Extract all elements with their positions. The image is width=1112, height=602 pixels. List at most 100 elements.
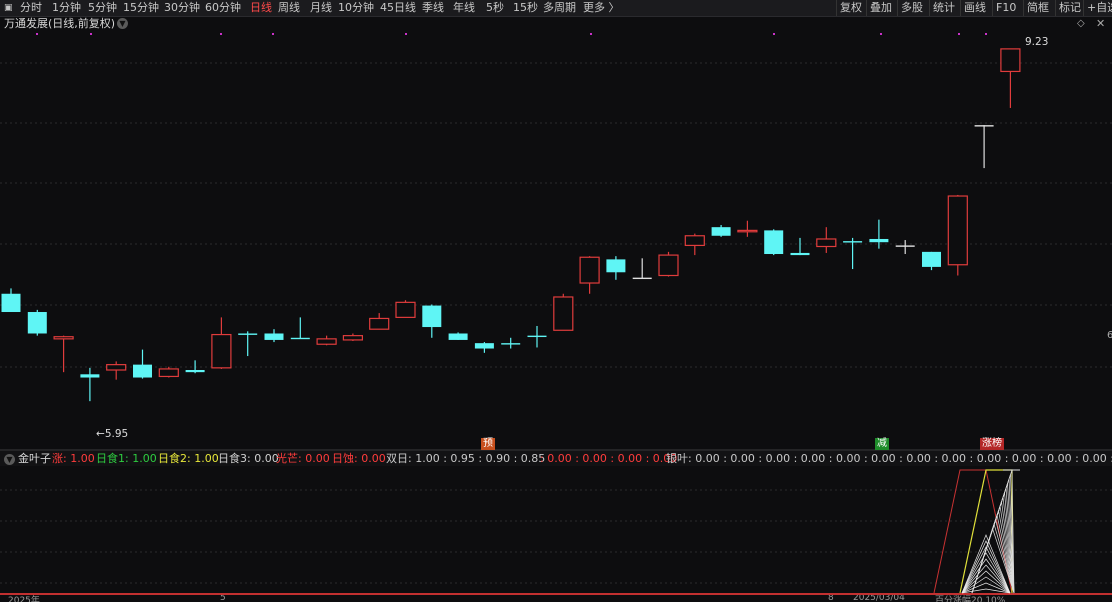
candle-body	[790, 252, 810, 256]
candle[interactable]	[395, 300, 416, 318]
candle[interactable]	[448, 332, 468, 340]
candle[interactable]	[158, 366, 179, 378]
toolbar-button-1[interactable]: 叠加	[870, 1, 892, 15]
candle[interactable]	[238, 331, 258, 357]
candle[interactable]	[895, 240, 915, 255]
chart-canvas[interactable]	[0, 0, 1112, 602]
candle[interactable]	[737, 220, 758, 237]
candle[interactable]	[369, 313, 390, 330]
indicator-value-6: 双日: 1.00 : 0.95 : 0.90 : 0.85	[386, 452, 546, 465]
event-marker	[590, 33, 592, 35]
event-marker	[90, 33, 92, 35]
indicator-inner-fan	[961, 588, 1011, 594]
candle[interactable]	[316, 335, 337, 346]
candle[interactable]	[342, 333, 363, 342]
toolbar-separator	[897, 0, 898, 16]
tab-period-1[interactable]: 1分钟	[52, 1, 81, 15]
indicator-lines	[933, 469, 1020, 594]
indicator-grid	[0, 489, 1112, 584]
candle[interactable]	[974, 125, 994, 169]
collapse-icon[interactable]: ▣	[4, 1, 13, 15]
candle[interactable]	[764, 229, 784, 256]
candle[interactable]	[922, 251, 941, 271]
candle-body	[211, 333, 232, 369]
toolbar-button-2[interactable]: 多股	[901, 1, 923, 15]
toolbar-button-3[interactable]: 统计	[933, 1, 955, 15]
toolbar-button-0[interactable]: 复权	[840, 1, 862, 15]
candle[interactable]	[658, 251, 679, 277]
tab-period-7[interactable]: 周线	[278, 1, 300, 15]
candle[interactable]	[632, 258, 652, 280]
candle-body	[448, 333, 468, 340]
bottom-date-bar: 2025年 5 8 2025/03/04 百分涨幅20.10%	[0, 595, 1112, 602]
indicator-fan-line	[971, 505, 1015, 594]
tab-period-12[interactable]: 年线	[453, 1, 475, 15]
candle-body	[579, 256, 600, 284]
candle[interactable]	[790, 237, 810, 256]
high-price-label: 9.23	[1025, 36, 1049, 48]
candle-body	[658, 254, 679, 277]
toolbar-button-8[interactable]: +自选	[1087, 1, 1112, 15]
event-marker	[36, 33, 38, 35]
candle[interactable]	[264, 329, 284, 343]
candle[interactable]	[816, 227, 837, 253]
candle[interactable]	[843, 237, 863, 270]
toolbar-button-5[interactable]: F10	[996, 1, 1016, 15]
tab-period-4[interactable]: 30分钟	[164, 1, 200, 15]
toolbar-button-4[interactable]: 画线	[964, 1, 986, 15]
tab-period-0[interactable]: 分时	[20, 1, 42, 15]
toolbar-button-6[interactable]: 简框	[1027, 1, 1049, 15]
candle[interactable]	[133, 349, 152, 379]
tab-period-14[interactable]: 15秒	[513, 1, 538, 15]
candle[interactable]	[27, 309, 47, 336]
tab-period-9[interactable]: 10分钟	[338, 1, 374, 15]
candle[interactable]	[474, 342, 494, 353]
tab-period-16[interactable]: 更多 〉	[583, 1, 620, 15]
tab-period-5[interactable]: 60分钟	[205, 1, 241, 15]
diamond-icon[interactable]: ◇	[1077, 17, 1085, 30]
signal-jian-badge: 减	[875, 438, 889, 450]
event-marker	[958, 33, 960, 35]
toolbar-button-7[interactable]: 标记	[1059, 1, 1081, 15]
candle-body	[737, 229, 758, 233]
tab-period-13[interactable]: 5秒	[486, 1, 504, 15]
tab-period-11[interactable]: 季线	[422, 1, 444, 15]
bottom-label-0: 2025年	[8, 596, 40, 602]
indicator-value-8: 银叶: 0.00 : 0.00 : 0.00 : 0.00 : 0.00 : 0…	[666, 452, 1112, 465]
candle[interactable]	[290, 317, 310, 340]
candle[interactable]	[106, 361, 127, 380]
candle[interactable]	[1, 288, 21, 313]
candle[interactable]	[422, 304, 442, 338]
candle-body	[342, 335, 363, 341]
candle-body	[133, 364, 152, 378]
candle[interactable]	[947, 194, 968, 276]
chevron-down-icon[interactable]: ▼	[4, 454, 15, 465]
period-toolbar: 分时 1分钟 5分钟 15分钟 30分钟 60分钟 日线 周线 月线 10分钟 45日线 季线 年线 5秒…	[0, 0, 1112, 17]
indicator-fan-line	[971, 501, 1015, 594]
chevron-down-icon[interactable]: ▼	[117, 18, 128, 29]
toolbar-separator	[1083, 0, 1084, 16]
indicator-name[interactable]: 金叶子	[18, 452, 51, 465]
candle[interactable]	[579, 256, 600, 294]
candle[interactable]	[211, 317, 232, 369]
tab-period-10[interactable]: 45日线	[380, 1, 416, 15]
tab-period-8[interactable]: 月线	[310, 1, 332, 15]
candle[interactable]	[711, 225, 731, 237]
candle[interactable]	[80, 367, 100, 402]
candle[interactable]	[684, 233, 705, 256]
candle[interactable]	[606, 256, 626, 280]
close-icon[interactable]: ✕	[1096, 17, 1105, 30]
tab-period-15[interactable]: 多周期	[543, 1, 576, 15]
tab-period-3[interactable]: 15分钟	[123, 1, 159, 15]
tab-period-6[interactable]: 日线	[250, 1, 272, 15]
candle-body	[1000, 48, 1021, 73]
tab-period-2[interactable]: 5分钟	[88, 1, 117, 15]
candle-body	[290, 337, 310, 340]
stock-title: 万通发展(日线,前复权)	[4, 17, 116, 30]
candle[interactable]	[553, 293, 574, 331]
candle[interactable]	[501, 337, 521, 349]
candle-body	[764, 230, 784, 255]
candle-body	[922, 251, 941, 267]
candle[interactable]	[1000, 48, 1021, 108]
candle[interactable]	[527, 325, 547, 348]
